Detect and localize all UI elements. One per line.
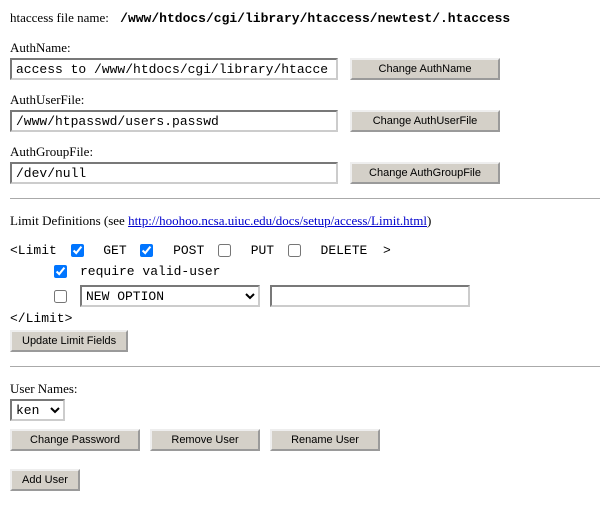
add-user-button[interactable]: Add User (10, 469, 80, 491)
require-checkbox[interactable] (54, 265, 67, 278)
limit-intro-suffix: ) (427, 213, 431, 228)
header-line: htaccess file name: /www/htdocs/cgi/libr… (10, 10, 600, 26)
authgroupfile-block: AuthGroupFile: Change AuthGroupFile (10, 144, 600, 184)
header-label: htaccess file name: (10, 10, 109, 25)
limit-open-tag: <Limit (10, 243, 57, 258)
authuserfile-input[interactable] (10, 110, 338, 132)
divider-2 (10, 366, 600, 367)
user-select[interactable]: ken (10, 399, 65, 421)
change-password-button[interactable]: Change Password (10, 429, 140, 451)
post-label: POST (173, 243, 204, 258)
change-authname-button[interactable]: Change AuthName (350, 58, 500, 80)
limit-open-line: <Limit GET POST PUT DELETE > (10, 243, 600, 258)
remove-user-button[interactable]: Remove User (150, 429, 260, 451)
limit-intro-prefix: Limit Definitions (see (10, 213, 128, 228)
authuserfile-block: AuthUserFile: Change AuthUserFile (10, 92, 600, 132)
users-block: User Names: ken Change Password Remove U… (10, 381, 600, 491)
new-option-input[interactable] (270, 285, 470, 307)
authname-label: AuthName: (10, 40, 600, 56)
get-label: GET (103, 243, 126, 258)
authuserfile-label: AuthUserFile: (10, 92, 600, 108)
new-option-checkbox[interactable] (54, 290, 67, 303)
update-limit-button[interactable]: Update Limit Fields (10, 330, 128, 352)
limit-intro: Limit Definitions (see http://hoohoo.ncs… (10, 213, 600, 229)
get-checkbox[interactable] (71, 244, 84, 257)
limit-open-end: > (383, 243, 391, 258)
post-checkbox[interactable] (140, 244, 153, 257)
authgroupfile-input[interactable] (10, 162, 338, 184)
users-label: User Names: (10, 381, 600, 397)
new-option-select[interactable]: NEW OPTION (80, 285, 260, 307)
limit-section: <Limit GET POST PUT DELETE > require val… (10, 243, 600, 352)
divider-1 (10, 198, 600, 199)
delete-checkbox[interactable] (288, 244, 301, 257)
require-label: require valid-user (80, 264, 220, 279)
authgroupfile-label: AuthGroupFile: (10, 144, 600, 160)
change-authuserfile-button[interactable]: Change AuthUserFile (350, 110, 500, 132)
put-label: PUT (251, 243, 274, 258)
limit-close-tag: </Limit> (10, 311, 600, 326)
change-authgroupfile-button[interactable]: Change AuthGroupFile (350, 162, 500, 184)
limit-doc-link[interactable]: http://hoohoo.ncsa.uiuc.edu/docs/setup/a… (128, 213, 427, 228)
put-checkbox[interactable] (218, 244, 231, 257)
htaccess-path: /www/htdocs/cgi/library/htaccess/newtest… (120, 11, 510, 26)
authname-block: AuthName: Change AuthName (10, 40, 600, 80)
delete-label: DELETE (321, 243, 368, 258)
rename-user-button[interactable]: Rename User (270, 429, 380, 451)
authname-input[interactable] (10, 58, 338, 80)
